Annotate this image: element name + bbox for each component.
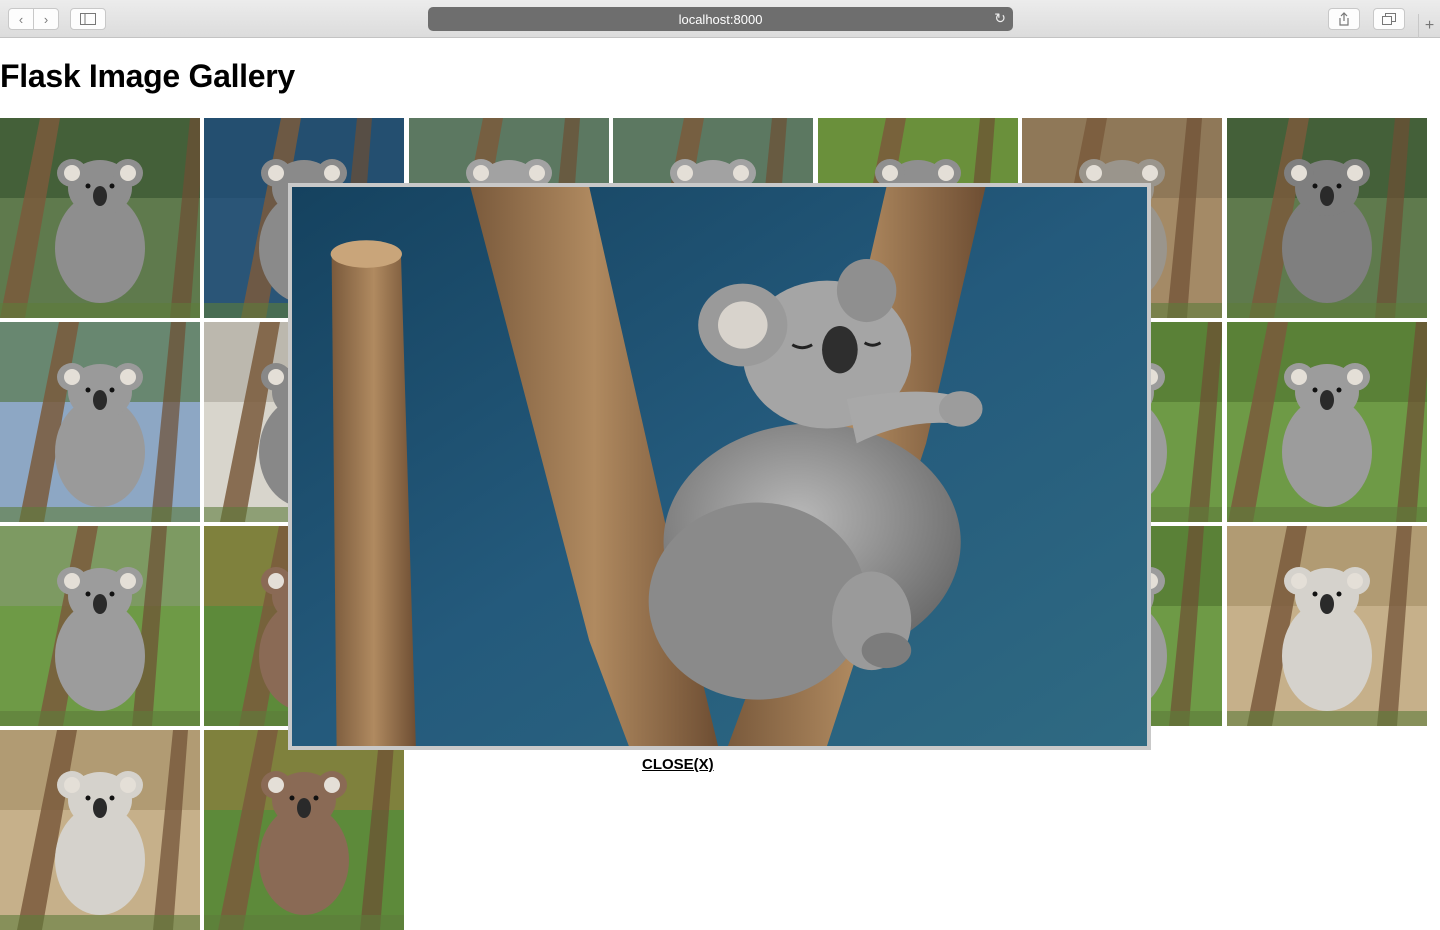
plus-icon: + [1424,17,1435,34]
reload-icon[interactable]: ↻ [994,10,1006,27]
tab-overview-button[interactable] [1373,8,1405,30]
new-tab-button[interactable]: + [1418,14,1440,38]
koala-large-image [292,187,1147,746]
koala-thumbnail-image [0,526,200,726]
gallery-thumbnail[interactable] [1227,118,1427,318]
tabs-icon [1382,13,1396,25]
koala-thumbnail-image [204,730,404,930]
lightbox-image[interactable] [288,183,1151,750]
close-lightbox-link[interactable]: CLOSE(X) [642,756,714,773]
koala-thumbnail-image [1227,526,1427,726]
koala-thumbnail-image [1227,322,1427,522]
back-button[interactable]: ‹ [8,8,34,30]
chevron-right-icon: › [43,11,49,27]
page-title: Flask Image Gallery [0,58,295,94]
koala-thumbnail-image [0,322,200,522]
sidebar-icon [80,13,96,25]
gallery-thumbnail[interactable] [0,526,200,726]
koala-thumbnail-image [0,730,200,930]
gallery-thumbnail[interactable] [1227,322,1427,522]
gallery-thumbnail[interactable] [0,118,200,318]
address-bar[interactable]: localhost:8000 ↻ [428,7,1013,31]
url-text: localhost:8000 [678,11,763,27]
chevron-left-icon: ‹ [18,11,24,27]
forward-button[interactable]: › [33,8,59,30]
koala-thumbnail-image [1227,118,1427,318]
browser-toolbar: ‹ › localhost:8000 ↻ + [0,0,1440,38]
koala-thumbnail-image [0,118,200,318]
share-button[interactable] [1328,8,1360,30]
gallery-thumbnail[interactable] [0,322,200,522]
gallery-thumbnail[interactable] [1227,526,1427,726]
sidebar-toggle-button[interactable] [70,8,106,30]
share-icon [1339,12,1349,26]
gallery-thumbnail[interactable] [204,730,404,930]
gallery-thumbnail[interactable] [0,730,200,930]
